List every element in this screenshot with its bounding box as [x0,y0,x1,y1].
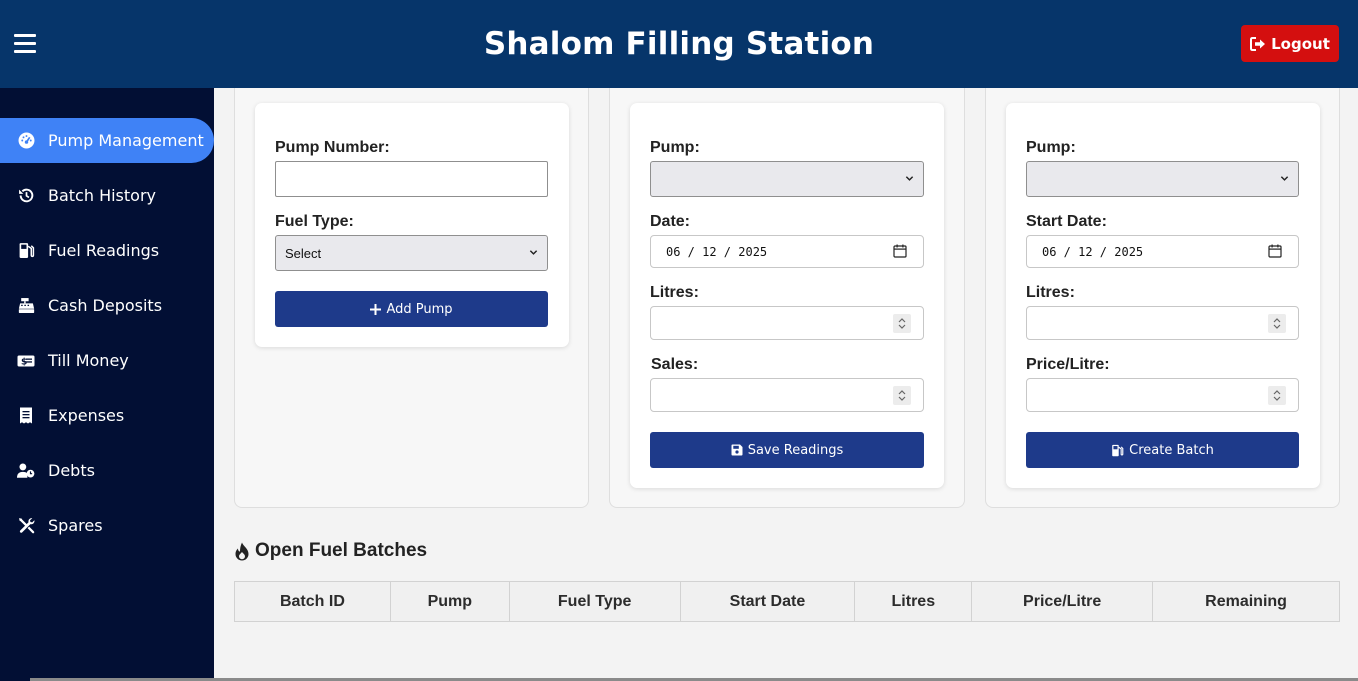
batch-start-date-value: 06 / 12 / 2025 [1042,245,1144,259]
history-icon [17,187,35,205]
number-spinner[interactable] [1268,314,1286,333]
floppy-disk-icon [731,444,743,456]
fuel-type-selected: Select [285,245,322,261]
sidebar-item-label: Till Money [48,351,129,370]
chevron-down-icon [1280,176,1289,181]
batch-price-label: Price/Litre: [1026,356,1110,373]
number-spinner[interactable] [1268,386,1286,405]
menu-toggle-icon[interactable] [14,34,36,54]
pump-number-input[interactable] [275,161,548,197]
sidebar-item-label: Batch History [48,186,156,205]
fuel-type-label: Fuel Type: [275,213,354,230]
sidebar-item-till-money[interactable]: $ Till Money [0,338,214,383]
batch-pump-select[interactable] [1026,161,1299,197]
sidebar-item-expenses[interactable]: Expenses [0,393,214,438]
readings-sales-label: Sales: [651,356,699,373]
sidebar-item-cash-deposits[interactable]: Cash Deposits [0,283,214,328]
user-clock-icon [17,462,35,480]
save-readings-label: Save Readings [747,442,844,458]
column-header[interactable]: Pump [389,581,510,622]
add-pump-card: Pump Number: Fuel Type: Select Add Pump [255,103,569,347]
batch-price-input[interactable] [1026,378,1299,412]
sidebar-item-pump-management[interactable]: Pump Management [0,118,214,163]
logout-label: Logout [1271,34,1330,53]
add-pump-button[interactable]: Add Pump [275,291,548,327]
sidebar-item-fuel-readings[interactable]: Fuel Readings [0,228,214,273]
add-pump-label: Add Pump [386,301,453,317]
receipt-icon [17,407,35,425]
readings-litres-label: Litres: [650,284,699,301]
open-batches-title: Open Fuel Batches [234,540,427,562]
create-batch-button[interactable]: Create Batch [1026,432,1299,468]
open-batches-title-text: Open Fuel Batches [255,540,428,561]
batch-panel: Pump: Start Date: 06 / 12 / 2025 Litres:… [985,88,1340,508]
batch-pump-label: Pump: [1026,139,1076,156]
column-header[interactable]: Remaining [1152,581,1340,622]
batch-card: Pump: Start Date: 06 / 12 / 2025 Litres:… [1006,103,1320,488]
gas-pump-icon [1112,444,1124,456]
calendar-icon[interactable] [893,244,907,258]
calendar-icon[interactable] [1268,244,1282,258]
open-batches-table: Batch ID Pump Fuel Type Start Date Litre… [234,581,1340,622]
column-header[interactable]: Batch ID [234,581,391,622]
sidebar-item-label: Spares [48,516,103,535]
fire-icon [235,542,249,560]
column-header[interactable]: Start Date [679,581,856,622]
pump-number-label: Pump Number: [275,139,390,156]
sidebar-item-label: Cash Deposits [48,296,163,315]
chevron-down-icon [529,250,538,255]
number-spinner[interactable] [893,314,911,333]
app-title: Shalom Filling Station [483,26,875,62]
readings-card: Pump: Date: 06 / 12 / 2025 Litres: Sales… [630,103,944,488]
readings-pump-label: Pump: [650,139,700,156]
top-header: Shalom Filling Station Logout [0,0,1358,88]
column-header[interactable]: Litres [854,581,973,622]
readings-litres-input[interactable] [650,306,924,340]
readings-sales-input[interactable] [650,378,924,412]
sidebar-item-debts[interactable]: Debts [0,448,214,493]
money-bill-icon: $ [17,352,35,370]
column-header[interactable]: Fuel Type [508,581,681,622]
sidebar-item-spares[interactable]: Spares [0,503,214,548]
sidebar-item-label: Expenses [48,406,125,425]
sign-out-icon [1250,36,1266,51]
sidebar-item-label: Fuel Readings [48,241,160,260]
number-spinner[interactable] [893,386,911,405]
plus-icon [370,303,382,315]
readings-date-label: Date: [650,213,691,230]
tools-icon [17,517,35,535]
readings-pump-select[interactable] [650,161,924,197]
readings-date-input[interactable]: 06 / 12 / 2025 [650,235,924,268]
sidebar-item-batch-history[interactable]: Batch History [0,173,214,218]
batch-litres-input[interactable] [1026,306,1299,340]
save-readings-button[interactable]: Save Readings [650,432,924,468]
batch-start-date-label: Start Date: [1026,213,1107,230]
readings-panel: Pump: Date: 06 / 12 / 2025 Litres: Sales… [609,88,965,508]
sidebar: Pump Management Batch History Fuel Readi… [0,88,214,681]
create-batch-label: Create Batch [1129,442,1214,458]
gas-pump-icon [17,242,35,260]
readings-date-value: 06 / 12 / 2025 [666,245,768,259]
batch-start-date-input[interactable]: 06 / 12 / 2025 [1026,235,1299,268]
add-pump-panel: Pump Number: Fuel Type: Select Add Pump [234,88,589,508]
sidebar-item-label: Debts [48,461,95,480]
chevron-down-icon [905,176,914,181]
dashboard-gauge-icon [17,132,35,150]
table-header-row: Batch ID Pump Fuel Type Start Date Litre… [234,581,1340,622]
cash-register-icon [17,297,35,315]
sidebar-item-label: Pump Management [48,131,204,150]
logout-button[interactable]: Logout [1241,25,1339,62]
batch-litres-label: Litres: [1026,284,1075,301]
fuel-type-select[interactable]: Select [275,235,548,271]
column-header[interactable]: Price/Litre [971,581,1154,622]
